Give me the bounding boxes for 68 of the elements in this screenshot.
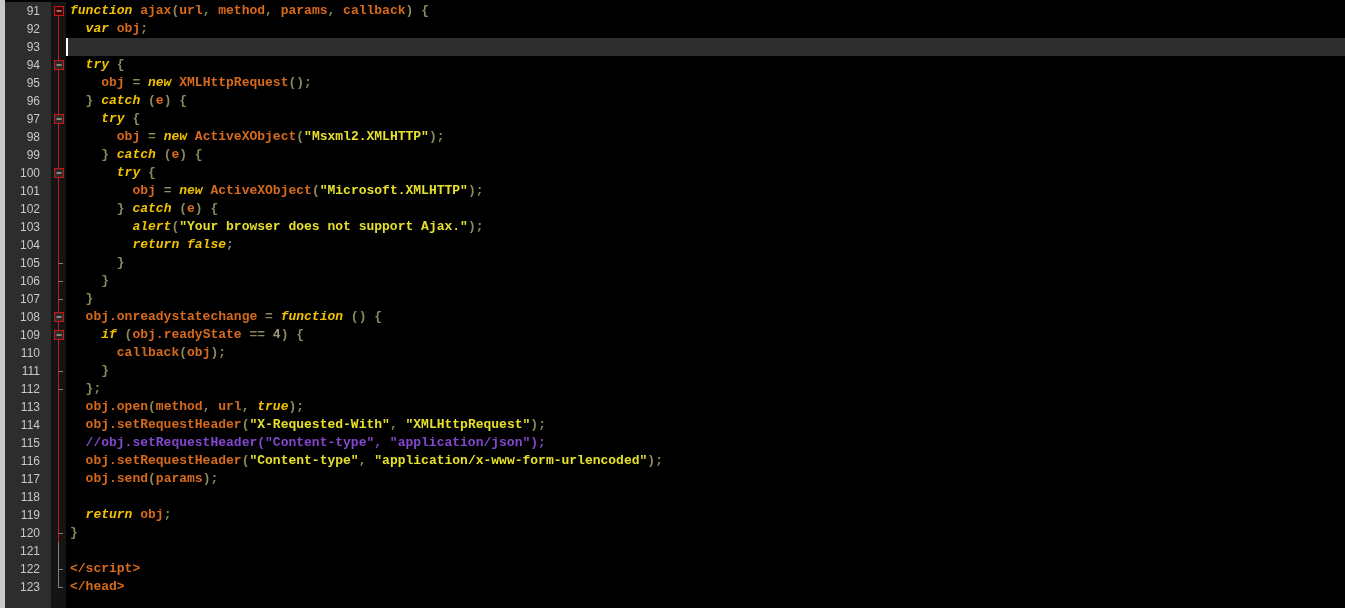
line-number: 108 — [18, 309, 41, 326]
code-line: return obj; — [84, 506, 173, 524]
line-number: 122 — [18, 561, 41, 578]
line-number: 93 — [25, 39, 41, 56]
code-line: obj.onreadystatechange = function () { — [84, 308, 384, 326]
line-number: 99 — [25, 147, 41, 164]
line-number: 112 — [19, 381, 41, 398]
code-line: obj = new ActiveXObject("Msxml2.XMLHTTP"); — [115, 128, 446, 146]
code-line: return false; — [131, 236, 235, 254]
line-number: 104 — [18, 237, 41, 254]
code-line: var obj; — [84, 20, 150, 38]
line-number: 117 — [19, 471, 41, 488]
fold-toggle-icon[interactable] — [54, 164, 64, 182]
line-number: 102 — [18, 201, 41, 218]
line-number: 98 — [25, 129, 41, 146]
code-line: } catch (e) { — [84, 92, 189, 110]
code-line: obj = new XMLHttpRequest(); — [100, 74, 313, 92]
code-line: } — [100, 272, 110, 290]
fold-toggle-icon[interactable] — [54, 110, 64, 128]
line-number: 107 — [18, 291, 41, 308]
line-number: 123 — [18, 579, 41, 596]
line-number: 92 — [25, 21, 41, 38]
code-line: </script> — [69, 560, 142, 578]
code-line: obj = new ActiveXObject("Microsoft.XMLHTTP"); — [131, 182, 485, 200]
line-number: 106 — [18, 273, 41, 290]
code-line: } — [69, 524, 79, 542]
code-line: obj.send(params); — [84, 470, 220, 488]
line-number: 109 — [18, 327, 41, 344]
code-line: callback(obj); — [115, 344, 228, 362]
code-line: obj.setRequestHeader("X-Requested-With", "XMLHttpRequest"); — [84, 416, 547, 434]
code-line: }; — [84, 380, 103, 398]
code-line: } — [115, 254, 126, 272]
line-number: 111 — [20, 363, 41, 380]
code-line: obj.open(method, url, true); — [84, 398, 306, 416]
fold-toggle-icon[interactable] — [54, 56, 64, 74]
line-number: 97 — [25, 111, 41, 128]
code-line: obj.setRequestHeader("Content-type", "application/x-www-form-urlencoded"); — [84, 452, 664, 470]
line-number: 94 — [25, 57, 41, 74]
code-line: //obj.setRequestHeader("Content-type", "application/json"); — [84, 434, 547, 452]
line-number: 116 — [19, 453, 41, 470]
code-line: alert("Your browser does not support Ajax."); — [131, 218, 485, 236]
line-number: 91 — [25, 3, 41, 20]
code-line: if (obj.readyState == 4) { — [100, 326, 306, 344]
line-number: 101 — [18, 183, 41, 200]
line-number: 95 — [25, 75, 41, 92]
line-number: 121 — [18, 543, 41, 560]
code-line: } — [100, 362, 110, 380]
line-number: 100 — [18, 165, 41, 182]
code-line: try { — [115, 164, 157, 182]
code-line: } catch (e) { — [115, 200, 220, 218]
line-number: 120 — [18, 525, 41, 542]
code-line: } — [84, 290, 95, 308]
line-number: 114 — [19, 417, 41, 434]
fold-toggle-icon[interactable] — [54, 326, 64, 344]
code-line: try { — [100, 110, 142, 128]
line-number: 110 — [19, 345, 41, 362]
code-line: try { — [84, 56, 126, 74]
fold-toggle-icon[interactable] — [54, 308, 64, 326]
line-number: 115 — [19, 435, 41, 452]
line-number: 119 — [19, 507, 41, 524]
line-number: 96 — [25, 93, 41, 110]
line-number: 113 — [19, 399, 41, 416]
code-line: </head> — [69, 578, 126, 596]
line-number: 103 — [18, 219, 41, 236]
line-number: 118 — [19, 489, 41, 506]
code-line: } catch (e) { — [100, 146, 204, 164]
code-line: function ajax(url, method, params, callback) { — [69, 2, 430, 20]
line-number: 105 — [18, 255, 41, 272]
